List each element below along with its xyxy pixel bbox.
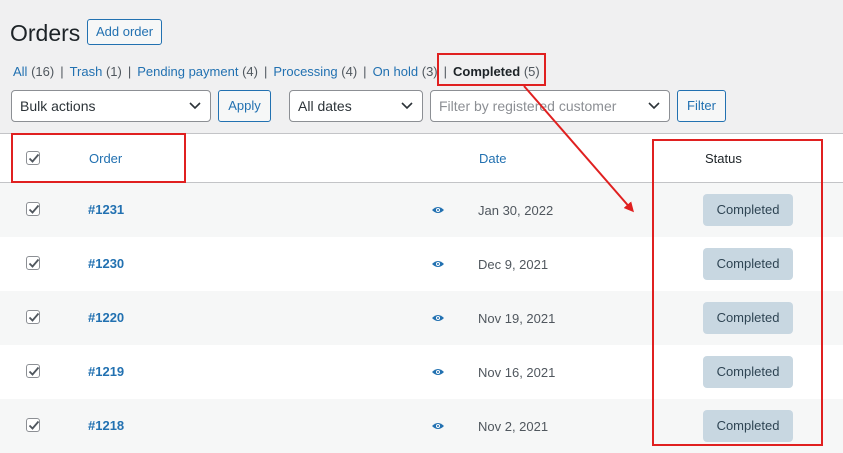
annotation-arrow <box>523 85 634 213</box>
